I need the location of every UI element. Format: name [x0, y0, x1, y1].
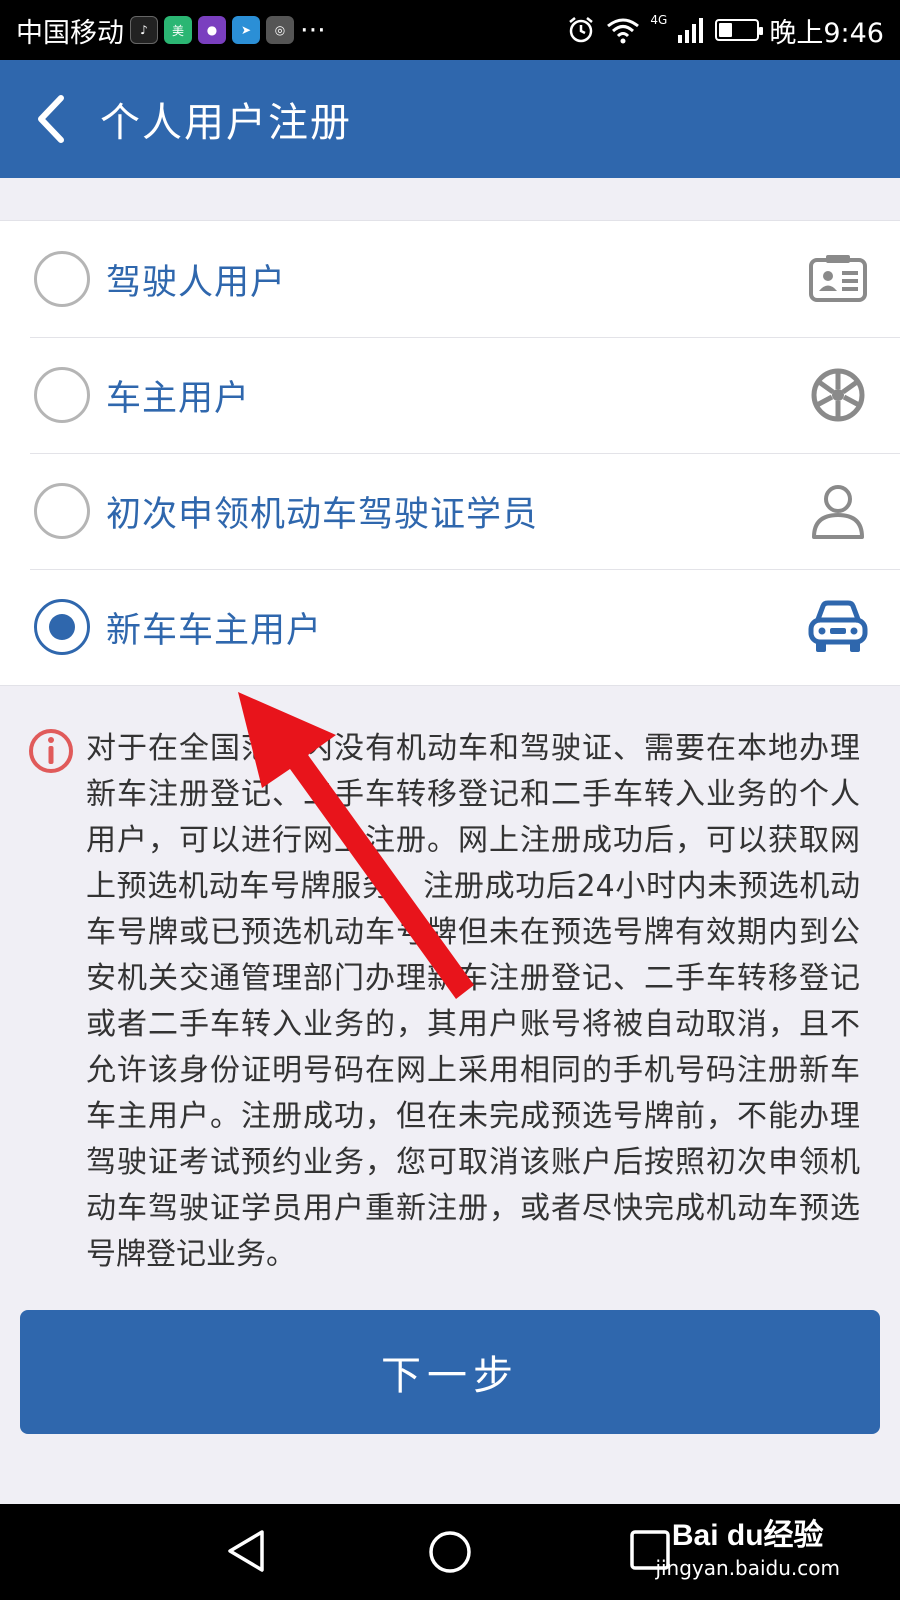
radio-button-selected[interactable] [34, 599, 90, 655]
option-driver-user[interactable]: 驾驶人用户 [0, 221, 900, 337]
baidu-jingyan-watermark: Bai du经验 jingyan.baidu.com [655, 1510, 840, 1580]
telegram-icon: ➤ [232, 16, 260, 44]
meituan-icon: 美 [164, 16, 192, 44]
driver-license-icon [806, 247, 870, 311]
option-label: 驾驶人用户 [106, 262, 287, 303]
radio-button[interactable] [34, 483, 90, 539]
option-label: 初次申领机动车驾驶证学员 [106, 494, 539, 535]
steering-wheel-icon [806, 363, 870, 427]
user-type-options: 驾驶人用户 车主用户 初次申领机动车驾驶证学员 新车车主用户 [0, 220, 900, 686]
option-label: 车主用户 [106, 378, 251, 419]
watermark-url: jingyan.baidu.com [655, 1556, 840, 1580]
option-first-time-student[interactable]: 初次申领机动车驾驶证学员 [0, 453, 900, 569]
watermark-brand: Bai du经验 [671, 1519, 824, 1552]
status-right: 4G 晚上9:46 [566, 11, 884, 50]
clock: 晚上9:46 [769, 17, 884, 49]
battery-level [719, 23, 732, 37]
page-title: 个人用户注册 [100, 100, 352, 146]
info-icon [28, 728, 78, 1278]
wifi-icon [607, 18, 640, 44]
next-step-button[interactable]: 下一步 [20, 1310, 880, 1434]
option-label: 新车车主用户 [106, 610, 323, 651]
chevron-left-icon [38, 95, 64, 143]
alarm-icon [569, 17, 594, 43]
car-icon [806, 595, 870, 659]
tiktok-icon: ♪ [130, 16, 158, 44]
app-bar: 个人用户注册 [0, 60, 900, 178]
notice: 对于在全国范围内没有机动车和驾驶证、需要在本地办理新车注册登记、二手车转移登记和… [28, 726, 860, 1278]
navigation-bar: Bai du经验 jingyan.baidu.com [0, 1504, 900, 1600]
network-type: 4G [650, 13, 668, 27]
battery-icon [715, 19, 764, 41]
option-new-car-owner[interactable]: 新车车主用户 [0, 569, 900, 685]
option-owner-user[interactable]: 车主用户 [0, 337, 900, 453]
signal-icon [678, 18, 704, 43]
nav-home-icon[interactable] [426, 1528, 474, 1576]
camera-app-icon: ◎ [266, 16, 294, 44]
status-bar: 中国移动 ♪ 美 ● ➤ ◎ ··· 4G 晚上9:46 [0, 0, 900, 60]
nav-back-icon[interactable] [224, 1528, 268, 1574]
more-notifications-icon: ··· [300, 14, 326, 46]
app-icon: ● [198, 16, 226, 44]
notice-text: 对于在全国范围内没有机动车和驾驶证、需要在本地办理新车注册登记、二手车转移登记和… [86, 731, 860, 1272]
carrier-name: 中国移动 [16, 17, 124, 49]
radio-button[interactable] [34, 251, 90, 307]
person-icon [806, 479, 870, 543]
radio-button[interactable] [34, 367, 90, 423]
back-button[interactable] [0, 60, 100, 178]
status-left: 中国移动 ♪ 美 ● ➤ ◎ ··· [16, 11, 326, 50]
